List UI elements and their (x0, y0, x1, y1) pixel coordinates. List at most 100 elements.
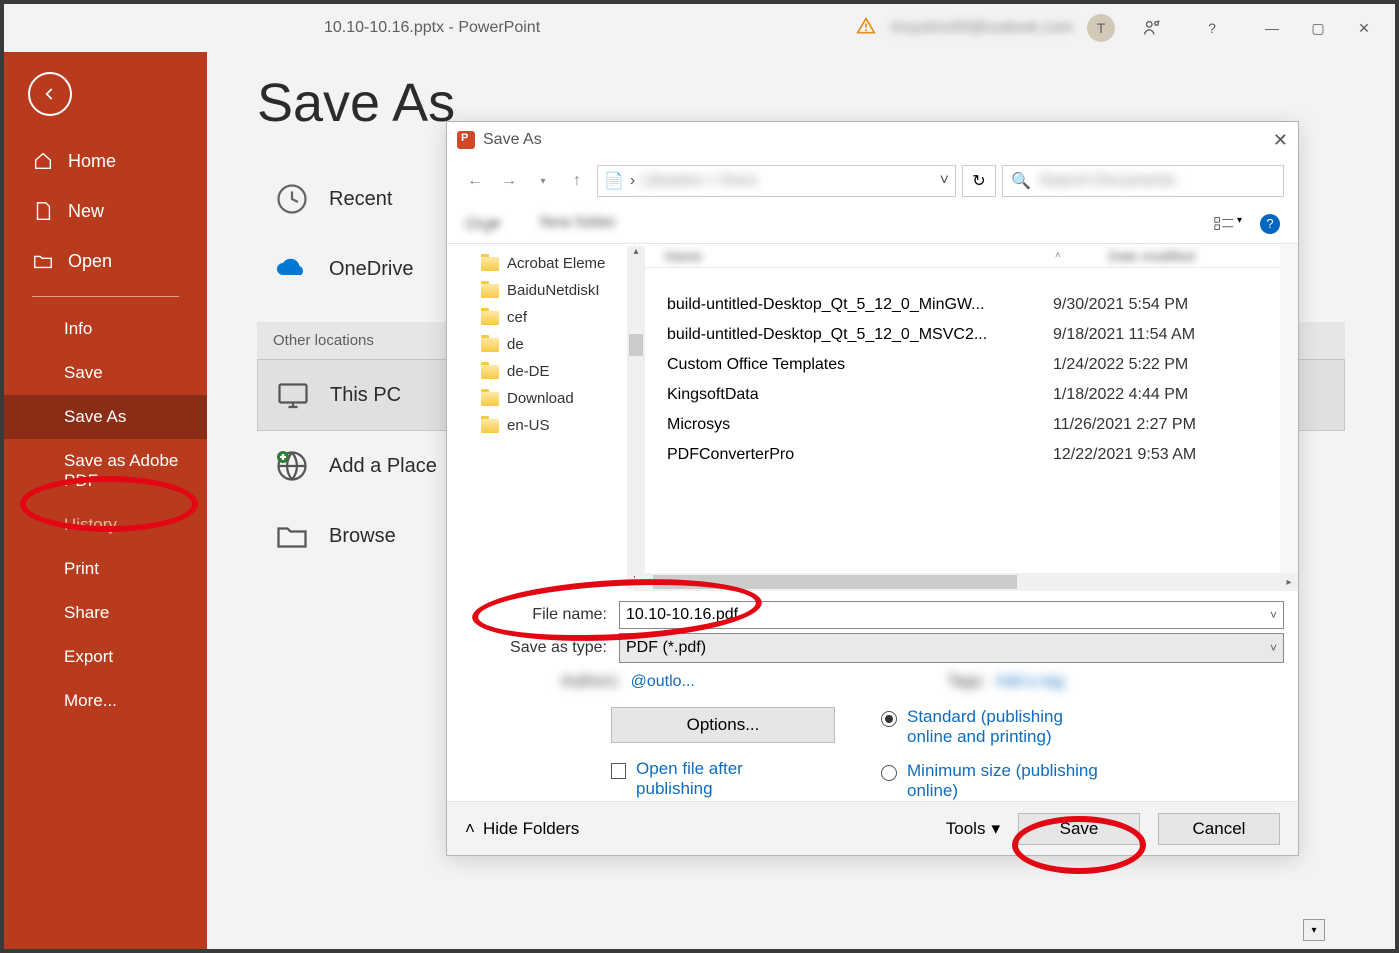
view-options-button[interactable]: ▾ (1213, 215, 1242, 233)
sidebar-item-label: Open (68, 251, 112, 272)
nav-history-dropdown[interactable]: ▾ (529, 167, 557, 195)
hide-folders-button[interactable]: ˄Hide Folders (465, 819, 579, 839)
dialog-footer: ˄Hide Folders Tools▾ Save Cancel (447, 801, 1298, 855)
help-icon[interactable]: ? (1189, 8, 1235, 48)
coming-soon-icon[interactable] (1129, 8, 1175, 48)
file-vscrollbar[interactable] (1280, 244, 1298, 573)
dialog-title: Save As (483, 131, 542, 149)
help-button[interactable]: ? (1260, 214, 1280, 234)
file-name-input[interactable]: 10.10-10.16.pdf˅ (619, 601, 1284, 629)
tree-item: en-US (447, 412, 634, 439)
sidebar-item-print[interactable]: Print (4, 547, 207, 591)
tree-item: de-DE (447, 358, 634, 385)
nav-up-button[interactable]: ↑ (563, 167, 591, 195)
window-title: 10.10-10.16.pptx - PowerPoint (324, 19, 540, 37)
file-list[interactable]: Name ˄ Date modified build-untitled-Desk… (635, 244, 1298, 591)
home-icon (32, 150, 54, 172)
sidebar-item-home[interactable]: Home (4, 136, 207, 186)
sidebar-item-info[interactable]: Info (4, 307, 207, 351)
add-place-icon (273, 447, 311, 485)
tree-item: Download (447, 385, 634, 412)
sidebar-item-export[interactable]: Export (4, 635, 207, 679)
file-hscrollbar[interactable]: ◂▸ (635, 573, 1298, 591)
chevron-up-icon: ˄ (465, 819, 475, 839)
dialog-nav: ← → ▾ ↑ 📄 › Libraries > Docs ˅ ↻ 🔍 Searc… (447, 158, 1298, 204)
cancel-button[interactable]: Cancel (1158, 813, 1280, 845)
save-type-label: Save as type: (461, 639, 619, 657)
scroll-down-button[interactable]: ▾ (1303, 919, 1325, 941)
search-icon: 🔍 (1011, 171, 1031, 191)
folder-icon (481, 338, 499, 352)
save-as-dialog: Save As ✕ ← → ▾ ↑ 📄 › Libraries > Docs ˅… (446, 121, 1299, 856)
optimize-minimum-radio[interactable]: Minimum size (publishing online) (881, 761, 1107, 801)
refresh-button[interactable]: ↻ (962, 165, 996, 197)
new-folder-button[interactable]: New folder (540, 214, 616, 234)
nav-forward-button[interactable]: → (495, 167, 523, 195)
file-name-label: File name: (461, 606, 619, 624)
folder-tree[interactable]: Acrobat Eleme BaiduNetdiskI cef de de-DE… (447, 244, 635, 591)
powerpoint-icon (457, 131, 475, 149)
browse-icon (273, 517, 311, 555)
tree-item: de (447, 331, 634, 358)
address-bar[interactable]: 📄 › Libraries > Docs ˅ (597, 165, 956, 197)
save-type-combo[interactable]: PDF (*.pdf)˅ (619, 633, 1284, 663)
save-button[interactable]: Save (1018, 813, 1140, 845)
sidebar-item-label: Home (68, 151, 116, 172)
warning-icon (856, 16, 876, 41)
tree-item: Acrobat Eleme (447, 250, 634, 277)
dialog-titlebar: Save As ✕ (447, 122, 1298, 158)
recent-icon (273, 180, 311, 218)
maximize-button[interactable]: ▢ (1295, 8, 1341, 48)
file-row[interactable]: Microsys11/26/2021 2:27 PM (635, 410, 1298, 440)
sidebar-item-save[interactable]: Save (4, 351, 207, 395)
sidebar-item-save-adobe[interactable]: Save as Adobe PDF (4, 439, 207, 503)
sidebar-item-history[interactable]: History (4, 503, 207, 547)
avatar[interactable]: T (1087, 14, 1115, 42)
sidebar-item-share[interactable]: Share (4, 591, 207, 635)
search-box[interactable]: 🔍 Search Documents (1002, 165, 1284, 197)
sidebar-item-more[interactable]: More... (4, 679, 207, 723)
options-button[interactable]: Options... (611, 707, 835, 743)
close-button[interactable]: ✕ (1341, 8, 1387, 48)
this-pc-icon (274, 376, 312, 414)
file-row[interactable]: build-untitled-Desktop_Qt_5_12_0_MinGW..… (635, 290, 1298, 320)
dialog-close-button[interactable]: ✕ (1273, 130, 1288, 151)
open-after-checkbox[interactable]: Open file after publishing (611, 759, 811, 799)
file-row[interactable]: KingsoftData1/18/2022 4:44 PM (635, 380, 1298, 410)
checkbox-icon (611, 763, 626, 779)
sidebar-item-label: New (68, 201, 104, 222)
backstage-sidebar: Home New Open Info Save Save As Save as … (4, 52, 207, 949)
optimize-standard-radio[interactable]: Standard (publishing online and printing… (881, 707, 1107, 747)
tree-scrollbar[interactable]: ▴▾ (627, 246, 635, 589)
file-row[interactable]: PDFConverterPro12/22/2021 9:53 AM (635, 440, 1298, 470)
open-icon (32, 250, 54, 272)
sidebar-item-save-as[interactable]: Save As (4, 395, 207, 439)
file-row[interactable]: build-untitled-Desktop_Qt_5_12_0_MSVC2..… (635, 320, 1298, 350)
back-button[interactable] (28, 72, 72, 116)
author-link[interactable]: @outlo... (631, 673, 695, 691)
dialog-toolbar: Org▾ New folder ▾ ? (447, 204, 1298, 244)
folder-icon (481, 419, 499, 433)
onedrive-icon (273, 250, 311, 288)
file-name-row: File name: 10.10-10.16.pdf˅ (461, 601, 1284, 629)
folder-icon (481, 365, 499, 379)
sidebar-item-new[interactable]: New (4, 186, 207, 236)
tree-item: cef (447, 304, 634, 331)
tools-dropdown[interactable]: Tools▾ (946, 819, 1000, 839)
folder-icon (481, 392, 499, 406)
minimize-button[interactable]: — (1249, 8, 1295, 48)
organize-button[interactable]: Org▾ (465, 214, 500, 234)
file-row[interactable]: Custom Office Templates1/24/2022 5:22 PM (635, 350, 1298, 380)
chevron-down-icon[interactable]: ˅ (940, 172, 949, 190)
location-doc-icon: 📄 (604, 171, 624, 191)
user-email: mxyxlmx93@outlook.com (890, 19, 1073, 37)
save-type-row: Save as type: PDF (*.pdf)˅ (461, 633, 1284, 663)
new-icon (32, 200, 54, 222)
file-list-header[interactable]: Name ˄ Date modified (635, 244, 1298, 268)
sidebar-item-open[interactable]: Open (4, 236, 207, 286)
folder-icon (481, 311, 499, 325)
radio-icon (881, 711, 897, 727)
titlebar: 10.10-10.16.pptx - PowerPoint mxyxlmx93@… (4, 4, 1395, 52)
nav-back-button[interactable]: ← (461, 167, 489, 195)
folder-icon (481, 257, 499, 271)
